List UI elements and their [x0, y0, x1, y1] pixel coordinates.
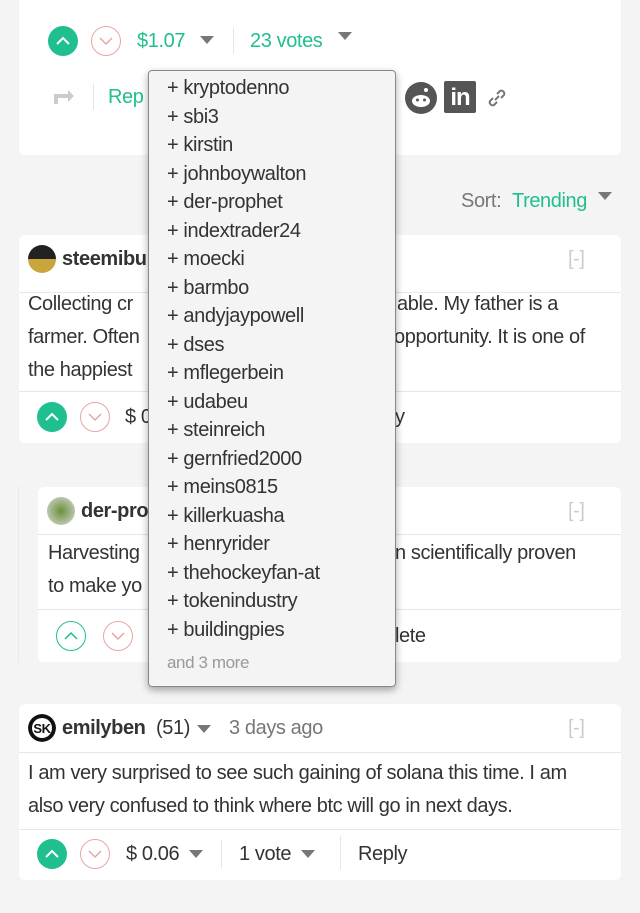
upvote-button[interactable]: [56, 621, 86, 651]
comment-payout[interactable]: $ 0.06: [126, 840, 180, 868]
reply-button[interactable]: Reply: [358, 840, 408, 868]
voter-item[interactable]: + steinreich: [167, 416, 265, 444]
voter-item[interactable]: + barmbo: [167, 274, 249, 302]
voter-item[interactable]: + indextrader24: [167, 217, 301, 245]
more-voters-label: and 3 more: [167, 653, 249, 672]
divider: [19, 752, 621, 753]
comment-body-line: I am very surprised to see such gaining …: [28, 762, 567, 784]
divider: [340, 836, 341, 870]
link-icon[interactable]: [485, 86, 509, 110]
comment-timestamp[interactable]: 3 days ago: [229, 714, 323, 742]
payout-caret-icon[interactable]: [189, 850, 203, 858]
chevron-up-icon: [64, 631, 78, 640]
comment-body-line: able. My father is a: [397, 293, 558, 315]
voter-item[interactable]: + der-prophet: [167, 188, 283, 216]
chevron-down-icon: [99, 37, 113, 46]
divider: [19, 829, 621, 830]
voter-item[interactable]: + johnboywalton: [167, 160, 307, 188]
voter-item[interactable]: + kryptodenno: [167, 74, 290, 102]
voter-item[interactable]: + udabeu: [167, 388, 248, 416]
post-votes[interactable]: 23 votes: [250, 27, 323, 55]
comment-votes[interactable]: 1 vote: [239, 840, 291, 868]
avatar[interactable]: SK: [28, 714, 56, 742]
comment-body-line: to make yo: [48, 575, 142, 597]
comment-author[interactable]: der-pro: [81, 497, 149, 525]
upvote-button[interactable]: [37, 839, 67, 869]
author-menu-caret-icon[interactable]: [197, 725, 211, 733]
voter-item[interactable]: + dses: [167, 331, 224, 359]
comment-body-line: n scientifically proven: [395, 542, 576, 564]
reddit-icon[interactable]: [405, 82, 437, 114]
linkedin-icon[interactable]: in: [444, 81, 476, 113]
chevron-up-icon: [45, 412, 59, 421]
delete-link-fragment[interactable]: lete: [395, 622, 426, 650]
voter-item[interactable]: + killerkuasha: [167, 502, 285, 530]
divider: [93, 84, 94, 110]
resteem-icon[interactable]: [52, 86, 76, 108]
voter-item[interactable]: + tokenindustry: [167, 587, 298, 615]
chevron-up-icon: [56, 36, 70, 45]
upvote-button[interactable]: [37, 402, 67, 432]
sort-caret-icon[interactable]: [598, 192, 612, 200]
voter-item[interactable]: + buildingpies: [167, 616, 285, 644]
chevron-up-icon: [45, 849, 59, 858]
chevron-down-icon: [88, 413, 102, 422]
voters-dropdown: + kryptodenno + sbi3 + kirstin + johnboywal…: [148, 70, 396, 687]
payout-caret-icon[interactable]: [200, 36, 214, 44]
chevron-down-icon: [111, 632, 125, 641]
voter-item[interactable]: + meins0815: [167, 473, 278, 501]
comment-body-line: Harvesting: [48, 542, 140, 564]
comment-body-line: opportunity. It is one of: [394, 326, 585, 348]
comment-author[interactable]: steemibu: [62, 245, 147, 273]
comment-body-line: Collecting cr: [28, 293, 133, 315]
voter-item[interactable]: + gernfried2000: [167, 445, 302, 473]
downvote-button[interactable]: [91, 26, 121, 56]
collapse-button[interactable]: [-]: [568, 714, 585, 742]
voter-item[interactable]: + moecki: [167, 245, 245, 273]
collapse-button[interactable]: [-]: [568, 497, 585, 525]
comment-body-line: farmer. Often: [28, 326, 140, 348]
votes-caret-icon[interactable]: [301, 850, 315, 858]
voter-item[interactable]: + thehockeyfan-at: [167, 559, 320, 587]
voter-item[interactable]: + henryrider: [167, 530, 270, 558]
sort-label: Sort:: [461, 190, 502, 212]
post-reply-link[interactable]: Rep: [108, 83, 144, 111]
comment-body-line: the happiest: [28, 359, 133, 381]
collapse-button[interactable]: [-]: [568, 245, 585, 273]
voter-item[interactable]: + andyjaypowell: [167, 302, 304, 330]
downvote-button[interactable]: [80, 839, 110, 869]
author-reputation: (51): [156, 717, 190, 739]
svg-text:SK: SK: [33, 721, 51, 736]
voter-item[interactable]: + mflegerbein: [167, 359, 284, 387]
upvote-button[interactable]: [48, 26, 78, 56]
voter-item[interactable]: + sbi3: [167, 103, 219, 131]
post-payout[interactable]: $1.07: [137, 27, 185, 55]
votes-caret-icon[interactable]: [338, 32, 352, 40]
voter-item[interactable]: + kirstin: [167, 131, 233, 159]
comment-body-line: also very confused to think where btc wi…: [28, 795, 513, 817]
divider: [233, 28, 234, 54]
comment-card: SK emilyben (51) 3 days ago [-] I am ver…: [19, 704, 621, 880]
avatar[interactable]: [47, 497, 75, 525]
chevron-down-icon: [88, 850, 102, 859]
downvote-button[interactable]: [80, 402, 110, 432]
avatar[interactable]: [28, 245, 56, 273]
comment-author[interactable]: emilyben: [62, 714, 146, 742]
sort-select[interactable]: Trending: [512, 187, 587, 215]
thread-line: [18, 487, 19, 662]
downvote-button[interactable]: [103, 621, 133, 651]
divider: [221, 840, 222, 868]
